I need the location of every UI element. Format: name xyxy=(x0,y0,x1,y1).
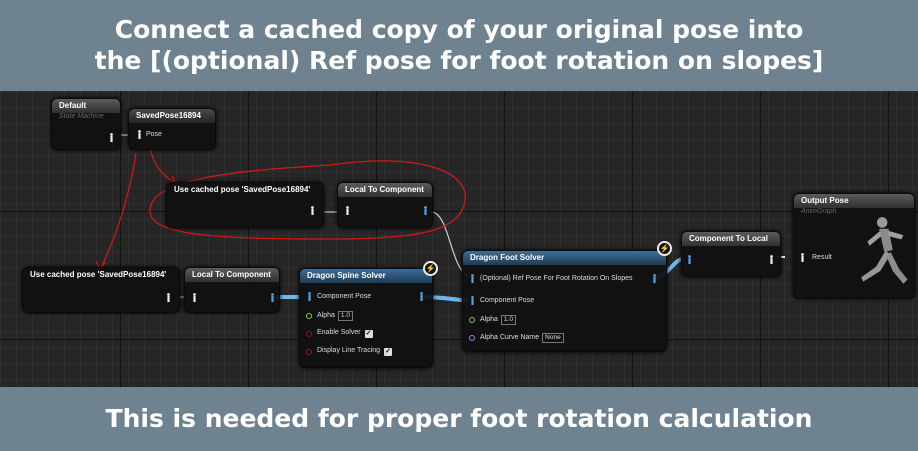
alpha-curve-pin-icon[interactable] xyxy=(469,335,475,341)
lightning-icon: ⚡ xyxy=(423,261,438,276)
pose-pin-icon[interactable] xyxy=(191,293,198,302)
pose-pin-icon[interactable] xyxy=(108,133,115,142)
component-pose-label: Component Pose xyxy=(317,293,372,300)
alpha-curve-label: Alpha Curve Name xyxy=(480,334,540,341)
alpha-curve-input[interactable]: None xyxy=(542,333,564,343)
anim-graph-canvas[interactable]: Default State Machine SavedPose16894 Pos… xyxy=(0,91,918,387)
result-label: Result xyxy=(812,254,832,261)
use-cached-pose-node-1[interactable]: Use cached pose 'SavedPose16894' xyxy=(166,182,324,228)
enable-solver-label: Enable Solver xyxy=(317,329,361,336)
alpha-curve-field[interactable]: Alpha Curve Name None xyxy=(480,333,564,343)
alpha-pin-icon[interactable] xyxy=(469,317,475,323)
node-title: Dragon Foot Solver xyxy=(463,251,666,265)
display-line-tracing-checkbox[interactable]: ✓ xyxy=(384,348,393,356)
component-pose-pin-icon[interactable] xyxy=(422,206,429,215)
display-line-tracing-label: Display Line Tracing xyxy=(317,347,381,354)
enable-solver-checkbox[interactable]: ✓ xyxy=(364,330,373,338)
node-title: Component To Local xyxy=(682,232,780,246)
component-pose-pin-icon[interactable] xyxy=(686,255,693,264)
alpha-input[interactable]: 1.0 xyxy=(500,315,516,325)
component-pose-pin-icon[interactable] xyxy=(306,292,313,301)
pose-pin-label: Pose xyxy=(146,131,162,138)
node-title: SavedPose16894 xyxy=(129,109,215,123)
node-title: Use cached pose 'SavedPose16894' xyxy=(30,270,167,279)
alpha-field[interactable]: Alpha 1.0 xyxy=(317,311,353,321)
pose-pin-icon[interactable] xyxy=(309,206,316,215)
alpha-field[interactable]: Alpha 1.0 xyxy=(480,315,516,325)
enable-solver-field[interactable]: Enable Solver ✓ xyxy=(317,329,373,338)
node-title: Default xyxy=(52,99,120,113)
pose-pin-icon[interactable] xyxy=(799,253,806,262)
top-caption: Connect a cached copy of your original p… xyxy=(0,0,918,91)
output-pose-node[interactable]: Output Pose AnimGraph Result xyxy=(793,193,915,299)
dragon-spine-solver-node[interactable]: Dragon Spine Solver Component Pose Alpha… xyxy=(299,268,433,368)
component-to-local-node[interactable]: Component To Local xyxy=(681,231,781,277)
alpha-label: Alpha xyxy=(317,312,335,319)
output-pose-pin-icon[interactable] xyxy=(418,292,425,301)
node-title: Local To Component xyxy=(185,268,279,282)
pose-pin-icon[interactable] xyxy=(165,293,172,302)
alpha-label: Alpha xyxy=(480,316,498,323)
default-state-machine-node[interactable]: Default State Machine xyxy=(51,98,121,150)
node-title: Local To Component xyxy=(338,183,432,197)
ref-pose-label: (Optional) Ref Pose For Foot Rotation On… xyxy=(480,275,633,282)
node-subtitle: State Machine xyxy=(59,113,104,120)
top-caption-line-2: the [(optional) Ref pose for foot rotati… xyxy=(94,46,824,75)
alpha-pin-icon[interactable] xyxy=(306,313,312,319)
use-cached-pose-node-2[interactable]: Use cached pose 'SavedPose16894' xyxy=(22,267,180,313)
alpha-input[interactable]: 1.0 xyxy=(337,311,353,321)
pose-pin-icon[interactable] xyxy=(344,206,351,215)
display-line-tracing-pin-icon[interactable] xyxy=(306,349,312,355)
ref-pose-pin-icon[interactable] xyxy=(469,274,476,283)
top-caption-line-1: Connect a cached copy of your original p… xyxy=(114,15,804,44)
dragon-foot-solver-node[interactable]: Dragon Foot Solver (Optional) Ref Pose F… xyxy=(462,250,667,352)
local-to-component-node-2[interactable]: Local To Component xyxy=(184,267,280,313)
component-pose-label: Component Pose xyxy=(480,297,535,304)
bottom-caption: This is needed for proper foot rotation … xyxy=(0,387,918,451)
node-title: Use cached pose 'SavedPose16894' xyxy=(174,185,311,194)
pose-pin-icon[interactable] xyxy=(768,255,775,264)
component-pose-pin-icon[interactable] xyxy=(469,296,476,305)
output-pose-pin-icon[interactable] xyxy=(651,274,658,283)
local-to-component-node-1[interactable]: Local To Component xyxy=(337,182,433,228)
lightning-icon: ⚡ xyxy=(657,241,672,256)
node-title: Dragon Spine Solver xyxy=(300,269,432,283)
component-pose-pin-icon[interactable] xyxy=(269,293,276,302)
node-title: Output Pose xyxy=(794,194,914,208)
mannequin-icon xyxy=(861,217,908,284)
saved-pose-node[interactable]: SavedPose16894 Pose xyxy=(128,108,216,150)
display-line-tracing-field[interactable]: Display Line Tracing ✓ xyxy=(317,347,393,356)
pose-pin-icon[interactable] xyxy=(136,130,143,139)
enable-solver-pin-icon[interactable] xyxy=(306,331,312,337)
